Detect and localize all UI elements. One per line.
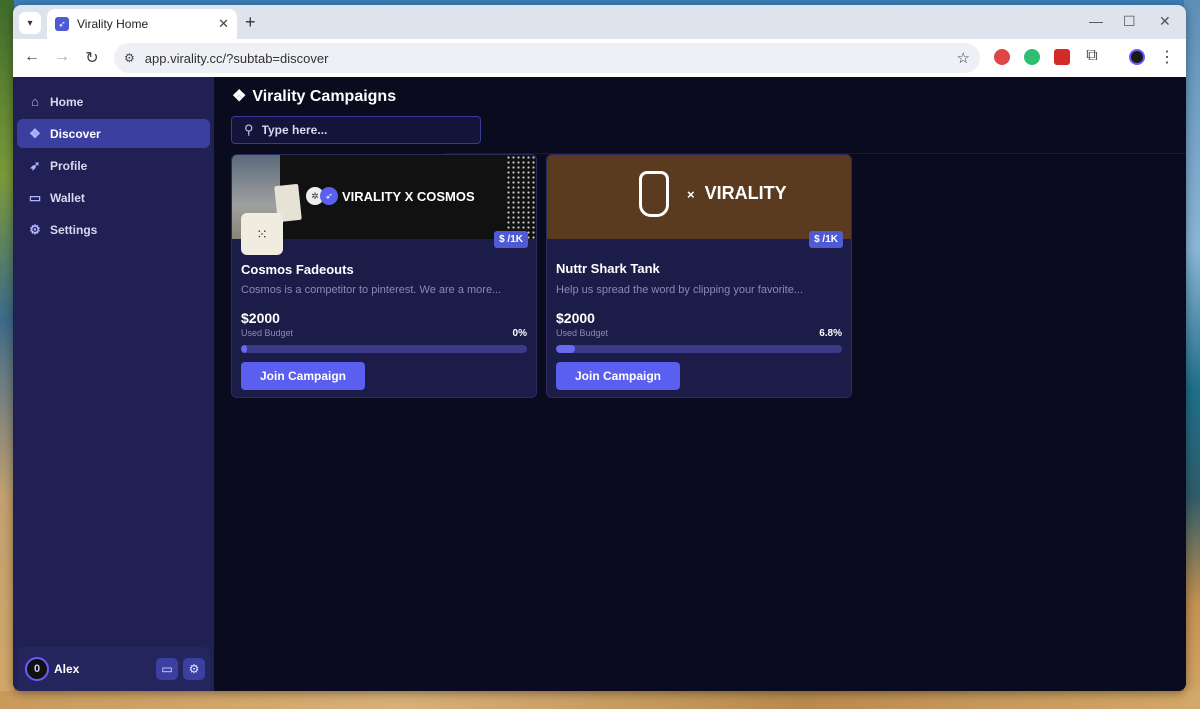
sidebar-item-wallet[interactable]: ▭ Wallet [17,183,210,212]
main-content: ❖ Virality Campaigns ⚲ ✲ ➶ VIRALITY X COS… [214,77,1186,691]
new-tab-button[interactable]: + [245,12,256,33]
tab-search-button[interactable]: ▾ [19,12,41,34]
tab-strip: ▾ ➶ Virality Home ✕ + — ☐ ✕ [13,5,1186,39]
close-tab-icon[interactable]: ✕ [218,16,229,32]
campaign-title: Nuttr Shark Tank [556,261,660,276]
wallet-icon: ▭ [28,189,42,205]
sidebar-item-profile[interactable]: ➶ Profile [17,151,210,180]
tab-title: Virality Home [77,17,149,31]
minimize-button[interactable]: — [1089,13,1103,29]
campaign-title: Cosmos Fadeouts [241,262,354,277]
virality-favicon-icon: ➶ [55,17,69,31]
gear-icon: ⚙ [188,662,200,676]
bookmark-star-icon[interactable]: ☆ [957,49,970,67]
diamond-grid-icon: ❖ [232,88,247,105]
extensions-puzzle-icon[interactable]: ⧉ [1082,47,1102,65]
sidebar-item-label: Discover [50,126,101,141]
user-name: Alex [54,662,80,676]
desktop-background-left [0,0,14,709]
sidebar-item-settings[interactable]: ⚙ Settings [17,215,210,244]
search-box: ⚲ [231,116,481,144]
budget-progress-fill [556,345,576,353]
page-title: ❖ Virality Campaigns [232,86,396,106]
rocket-icon: ➶ [29,157,41,173]
banner-prefix: × [687,187,695,202]
wallet-button[interactable]: ▭ [156,658,178,680]
campaign-card[interactable]: × VIRALITY $ /1K Nuttr Shark Tank Help us… [546,154,852,398]
campaign-card[interactable]: ✲ ➶ VIRALITY X COSMOS $ /1K ⁙ Cosmos Fad… [231,154,537,398]
app-body: ⌂ Home ❖ Discover ➶ Profile ▭ Wallet ⚙ S… [13,77,1186,691]
search-input[interactable] [261,123,462,137]
desktop-background-bottom [0,691,1200,709]
budget-percentage: 0% [512,328,527,339]
compass-icon: ❖ [29,125,41,141]
house-icon: ⌂ [31,94,39,109]
sidebar-item-label: Settings [50,222,98,237]
sidebar-item-discover[interactable]: ❖ Discover [17,119,210,148]
site-info-icon[interactable]: ⚙ [124,51,135,65]
back-button[interactable]: ← [22,48,42,66]
sidebar-item-label: Wallet [50,190,85,205]
rate-badge: $ /1K [809,231,843,248]
browser-toolbar: ← → ↻ ⚙ app.virality.cc/?subtab=discover… [13,39,1186,77]
nuttr-logo-icon [639,171,669,217]
reload-button[interactable]: ↻ [82,48,102,68]
sidebar-item-label: Profile [50,158,88,173]
extension-icon-2[interactable] [1024,49,1040,65]
budget-label: Used Budget [241,328,294,338]
budget-progress-bar [241,345,527,353]
settings-button[interactable]: ⚙ [183,658,205,680]
banner-text: × VIRALITY [687,183,787,204]
desktop-background-right [1184,0,1200,709]
search-icon: ⚲ [244,122,254,137]
forward-button[interactable]: → [52,48,72,66]
budget-progress-bar [556,345,842,353]
extension-icon-1[interactable] [994,49,1010,65]
budget-percentage: 6.8% [819,328,842,339]
budget-progress-fill [241,345,247,353]
banner-text: VIRALITY X COSMOS [342,189,475,204]
join-campaign-button[interactable]: Join Campaign [556,362,680,390]
campaign-description: Help us spread the word by clipping your… [556,284,804,296]
campaign-budget: $2000 [241,310,280,326]
campaign-logo-icon: ⁙ [241,213,283,255]
sidebar: ⌂ Home ❖ Discover ➶ Profile ▭ Wallet ⚙ S… [13,77,214,691]
banner-dots-pattern [506,155,536,239]
page-title-text: Virality Campaigns [252,88,397,105]
budget-label: Used Budget [556,328,609,338]
rate-badge: $ /1K [494,231,528,248]
gear-icon: ⚙ [29,221,41,237]
banner-logos: ✲ ➶ [306,187,338,205]
address-bar[interactable]: ⚙ app.virality.cc/?subtab=discover ☆ [114,43,980,73]
maximize-button[interactable]: ☐ [1123,13,1136,30]
wallet-icon: ▭ [161,662,173,676]
sidebar-item-label: Home [50,94,84,109]
virality-logo-icon: ➶ [320,187,338,205]
browser-menu-icon[interactable]: ⋮ [1157,47,1177,67]
campaign-budget: $2000 [556,310,595,326]
user-footer: 0 Alex ▭ ⚙ [17,647,210,691]
close-window-button[interactable]: ✕ [1159,13,1171,30]
join-campaign-button[interactable]: Join Campaign [241,362,365,390]
profile-avatar-icon[interactable] [1129,49,1145,65]
avatar[interactable]: 0 [25,657,49,681]
url-text: app.virality.cc/?subtab=discover [144,50,329,66]
browser-tab[interactable]: ➶ Virality Home ✕ [47,9,237,39]
sidebar-item-home[interactable]: ⌂ Home [17,87,210,116]
extension-icon-3[interactable] [1054,49,1070,65]
banner-brand: VIRALITY [704,183,787,203]
campaign-banner: × VIRALITY [547,155,851,239]
browser-window: ▾ ➶ Virality Home ✕ + — ☐ ✕ ← → ↻ ⚙ app.… [13,5,1186,691]
campaign-description: Cosmos is a competitor to pinterest. We … [241,284,502,296]
